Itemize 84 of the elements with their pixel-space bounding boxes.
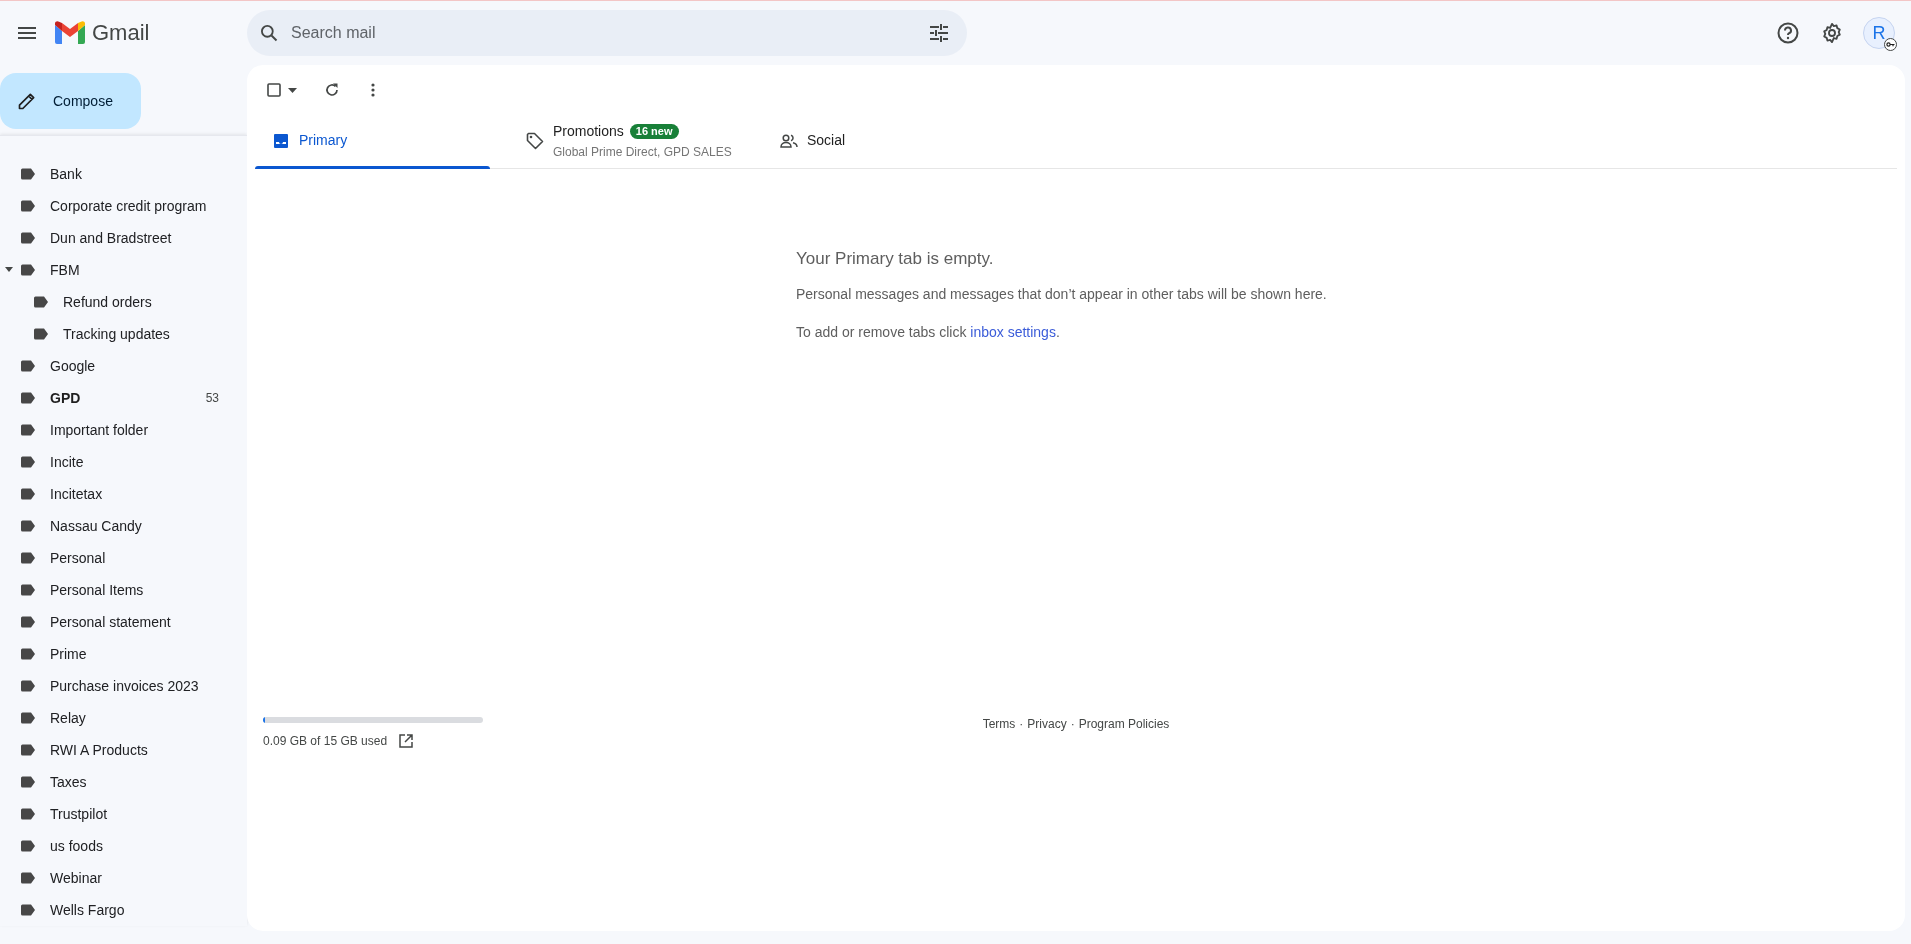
search-icon <box>259 23 279 43</box>
refresh-icon[interactable] <box>325 83 339 97</box>
checkbox-icon[interactable] <box>267 83 281 97</box>
new-count-badge: 16 new <box>629 123 679 139</box>
people-icon <box>780 133 798 148</box>
sidebar-label-item[interactable]: us foods <box>0 830 247 862</box>
sidebar-label-item[interactable]: Personal Items <box>0 574 247 606</box>
inbox-icon <box>273 132 289 149</box>
storage-usage-text: 0.09 GB of 15 GB used <box>263 733 388 750</box>
label-tag-icon <box>20 392 36 404</box>
account-avatar[interactable]: R <box>1863 17 1895 49</box>
tab-senders-text: Global Prime Direct, GPD SALES <box>553 143 732 161</box>
inbox-settings-link[interactable]: inbox settings <box>970 324 1056 340</box>
label-tag-icon <box>20 648 36 660</box>
sidebar-label-item[interactable]: Dun and Bradstreet <box>0 222 247 254</box>
sidebar-label-item[interactable]: Webinar <box>0 862 247 894</box>
app-name: Gmail <box>92 19 150 47</box>
sidebar-label-item[interactable]: GPD 53 <box>0 382 247 414</box>
label-tag-icon <box>20 776 36 788</box>
label-tag-icon <box>20 520 36 532</box>
sidebar-label-item[interactable]: Prime <box>0 638 247 670</box>
label-tag-icon <box>20 712 36 724</box>
sidebar-label-item[interactable]: Incite <box>0 446 247 478</box>
label-tag-icon <box>20 808 36 820</box>
label-tag-icon <box>20 552 36 564</box>
label-tag-icon <box>20 168 36 180</box>
sidebar-label-item[interactable]: Wells Fargo <box>0 894 247 926</box>
help-icon[interactable] <box>1777 22 1799 44</box>
more-options-icon[interactable] <box>371 83 375 97</box>
search-field[interactable]: Search mail <box>247 10 967 56</box>
inbox-category-tab[interactable]: Social <box>763 113 1017 168</box>
sidebar-label-item[interactable]: RWI A Products <box>0 734 247 766</box>
pencil-icon <box>17 91 37 111</box>
footer-link[interactable]: Program Policies <box>1078 715 1170 735</box>
label-tag-icon <box>20 456 36 468</box>
label-tag-icon <box>20 232 36 244</box>
label-tag-icon <box>20 616 36 628</box>
empty-state-message: Personal messages and messages that don’t appear in other tabs will be shown here. <box>796 285 1328 304</box>
settings-icon[interactable] <box>1821 22 1843 44</box>
label-tag-icon <box>20 264 36 276</box>
sidebar-label-item[interactable]: Important folder <box>0 414 247 446</box>
footer-link[interactable]: Privacy <box>1027 715 1067 735</box>
sidebar-label-item[interactable]: Personal statement <box>0 606 247 638</box>
key-icon <box>1884 38 1897 51</box>
sidebar-label-item[interactable]: Purchase invoices 2023 <box>0 670 247 702</box>
separator-dot: · <box>1070 716 1075 733</box>
separator-dot: · <box>1019 716 1024 733</box>
label-tag-icon <box>20 488 36 500</box>
unread-count: 53 <box>205 390 219 407</box>
sidebar-label-item[interactable]: Nassau Candy <box>0 510 247 542</box>
label-tag-icon <box>33 328 49 340</box>
label-tag-icon <box>20 840 36 852</box>
label-tag-icon <box>20 904 36 916</box>
sidebar-label-item[interactable]: Bank <box>0 158 247 190</box>
sidebar-label-item[interactable]: Google <box>0 350 247 382</box>
label-tag-icon <box>20 200 36 212</box>
sidebar-label-item[interactable]: Incitetax <box>0 478 247 510</box>
sidebar-label-item[interactable]: Tracking updates <box>0 318 247 350</box>
label-tag-icon <box>20 680 36 692</box>
gmail-logo-icon <box>55 21 85 44</box>
sidebar-label-item[interactable]: Corporate credit program <box>0 190 247 222</box>
label-tag-icon <box>20 584 36 596</box>
label-tag-icon <box>20 360 36 372</box>
sidebar-label-item[interactable]: Relay <box>0 702 247 734</box>
empty-state-title: Your Primary tab is empty. <box>796 248 995 270</box>
label-tag-icon <box>20 424 36 436</box>
label-tag-icon <box>20 872 36 884</box>
expand-caret-icon[interactable] <box>5 267 13 273</box>
empty-state-hint: To add or remove tabs click inbox settings. <box>796 323 1061 342</box>
label-tag-icon <box>20 744 36 756</box>
sidebar-label-item[interactable]: FBM <box>0 254 247 286</box>
caret-icon[interactable] <box>288 87 297 93</box>
filter-options-icon[interactable] <box>929 24 949 42</box>
label-tag-icon <box>33 296 49 308</box>
sidebar-label-item[interactable]: Refund orders <box>0 286 247 318</box>
sidebar-label-item[interactable]: Personal <box>0 542 247 574</box>
tag-icon <box>526 131 544 150</box>
external-link-icon[interactable] <box>399 734 414 748</box>
inbox-category-tab[interactable]: Primary <box>255 113 509 168</box>
footer-link[interactable]: Terms <box>982 715 1016 735</box>
sidebar-label-item[interactable]: Trustpilot <box>0 798 247 830</box>
inbox-category-tab[interactable]: Promotions 16 new Global Prime Direct, GPD SALES <box>509 113 763 168</box>
sidebar-label-item[interactable]: Taxes <box>0 766 247 798</box>
compose-button[interactable]: Compose <box>0 73 141 129</box>
